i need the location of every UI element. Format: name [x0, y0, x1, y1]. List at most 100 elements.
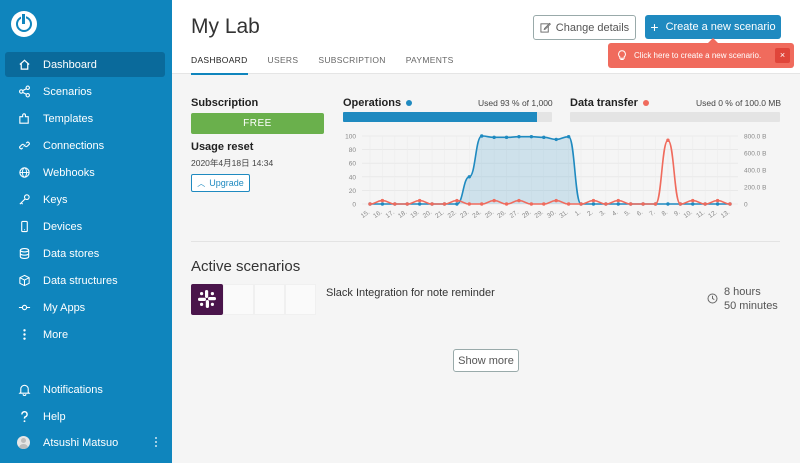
data-point [529, 134, 534, 139]
x-tick-label: 17. [385, 209, 397, 220]
data-point [480, 134, 484, 138]
sidebar-item-devices[interactable]: Devices [5, 214, 165, 239]
data-point [641, 202, 645, 206]
upgrade-label: Upgrade [209, 178, 244, 188]
avatar [17, 436, 30, 449]
data-transfer-legend-dot [642, 100, 649, 106]
tooltip-close-button[interactable]: × [775, 48, 790, 63]
sidebar-item-help[interactable]: Help [5, 404, 165, 429]
tab-dashboard[interactable]: DASHBOARD [191, 55, 248, 75]
sidebar-item-webhooks[interactable]: Webhooks [5, 160, 165, 185]
chevron-up-icon: ︿ [197, 178, 206, 188]
sidebar-user[interactable]: Atsushi Matsuo [5, 430, 165, 455]
user-menu-icon[interactable] [154, 436, 158, 448]
data-point [542, 202, 546, 206]
scenario-schedule: 8 hours 50 minutes [724, 285, 778, 313]
app-placeholder [223, 284, 254, 315]
data-point [566, 202, 571, 206]
create-scenario-button[interactable]: + Create a new scenario [645, 15, 781, 39]
show-more-button[interactable]: Show more [453, 349, 519, 372]
sidebar: Dashboard Scenarios Templates Connection… [0, 0, 172, 463]
x-tick-label: 19. [409, 209, 421, 220]
tab-subscription[interactable]: SUBSCRIPTION [318, 55, 385, 75]
x-tick-label: 24. [471, 209, 483, 220]
sidebar-item-label: Templates [43, 112, 94, 125]
link-icon [17, 139, 31, 153]
x-tick-label: 11. [695, 209, 706, 220]
data-point [517, 198, 521, 203]
puzzle-icon [17, 112, 31, 126]
divider [191, 241, 780, 242]
sidebar-item-label: Data stores [43, 247, 100, 260]
y2-tick-label: 0 [744, 202, 748, 209]
data-point [504, 135, 509, 140]
x-tick-label: 26. [496, 209, 508, 220]
x-tick-label: 8. [661, 209, 670, 218]
y-tick-label: 40 [349, 174, 357, 181]
bell-icon [17, 383, 31, 397]
sidebar-item-label: Scenarios [43, 85, 92, 98]
x-tick-label: 12. [707, 209, 719, 220]
data-point [678, 202, 683, 206]
sidebar-item-dashboard[interactable]: Dashboard [5, 52, 165, 77]
y2-tick-label: 200.0 B [744, 185, 766, 192]
data-point [616, 198, 620, 203]
sidebar-item-label: Connections [43, 139, 105, 152]
sidebar-item-scenarios[interactable]: Scenarios [5, 79, 165, 104]
x-tick-label: 18. [397, 209, 409, 220]
data-point [728, 202, 732, 206]
slack-icon [191, 284, 223, 315]
phone-icon [17, 220, 31, 234]
key-icon [17, 193, 31, 207]
data-point [442, 202, 447, 206]
data-point [579, 202, 583, 206]
sidebar-item-my-apps[interactable]: My Apps [5, 295, 165, 320]
edit-icon [540, 22, 551, 33]
scenario-name-link[interactable]: Slack Integration for note reminder [326, 287, 495, 299]
user-name: Atsushi Matsuo [43, 436, 119, 449]
app-logo[interactable] [11, 11, 37, 37]
sidebar-item-label: Dashboard [43, 58, 97, 71]
node-icon [17, 301, 31, 315]
data-point [405, 202, 409, 206]
tooltip-text: Click here to create a new scenario. [634, 51, 762, 60]
data-point [480, 202, 484, 206]
tab-payments[interactable]: PAYMENTS [406, 55, 454, 75]
schedule-line-1: 8 hours [724, 286, 761, 298]
data-point [517, 134, 521, 139]
x-tick-label: 5. [623, 209, 632, 218]
sidebar-item-label: Notifications [43, 383, 103, 396]
x-tick-label: 10. [682, 209, 694, 220]
x-tick-label: 23. [459, 209, 471, 220]
sidebar-item-connections[interactable]: Connections [5, 133, 165, 158]
usage-chart: 0 20 40 60 80 100 0 200.0 B 400.0 B 600.0 B 800.0 … [345, 134, 766, 220]
x-tick-label: 27. [509, 209, 521, 220]
sidebar-item-keys[interactable]: Keys [5, 187, 165, 212]
sidebar-item-notifications[interactable]: Notifications [5, 377, 165, 402]
sidebar-item-label: My Apps [43, 301, 86, 314]
share-icon [17, 85, 31, 99]
sidebar-item-more[interactable]: More [5, 322, 165, 347]
lightbulb-icon [618, 50, 626, 60]
x-tick-label: 22. [447, 209, 459, 220]
y-tick-label: 20 [349, 188, 357, 195]
x-tick-label: 16. [372, 209, 384, 220]
create-scenario-label: Create a new scenario [665, 21, 776, 33]
operations-usage-text: Used 93 % of 1,000 [478, 98, 553, 108]
sidebar-item-data-stores[interactable]: Data stores [5, 241, 165, 266]
data-point [492, 198, 496, 203]
app-placeholder [285, 284, 316, 315]
data-point [554, 198, 558, 203]
upgrade-button[interactable]: ︿ Upgrade [191, 174, 250, 192]
data-point [467, 175, 472, 179]
sidebar-item-data-structures[interactable]: Data structures [5, 268, 165, 293]
operations-progress [343, 112, 552, 122]
x-tick-label: 3. [599, 209, 608, 218]
y-tick-label: 80 [349, 147, 357, 154]
tab-users[interactable]: USERS [268, 55, 299, 75]
x-tick-label: 25. [484, 209, 496, 220]
sidebar-item-templates[interactable]: Templates [5, 106, 165, 131]
x-tick-label: 9. [673, 209, 682, 218]
x-tick-label: 29. [534, 209, 546, 220]
change-details-button[interactable]: Change details [533, 15, 636, 40]
